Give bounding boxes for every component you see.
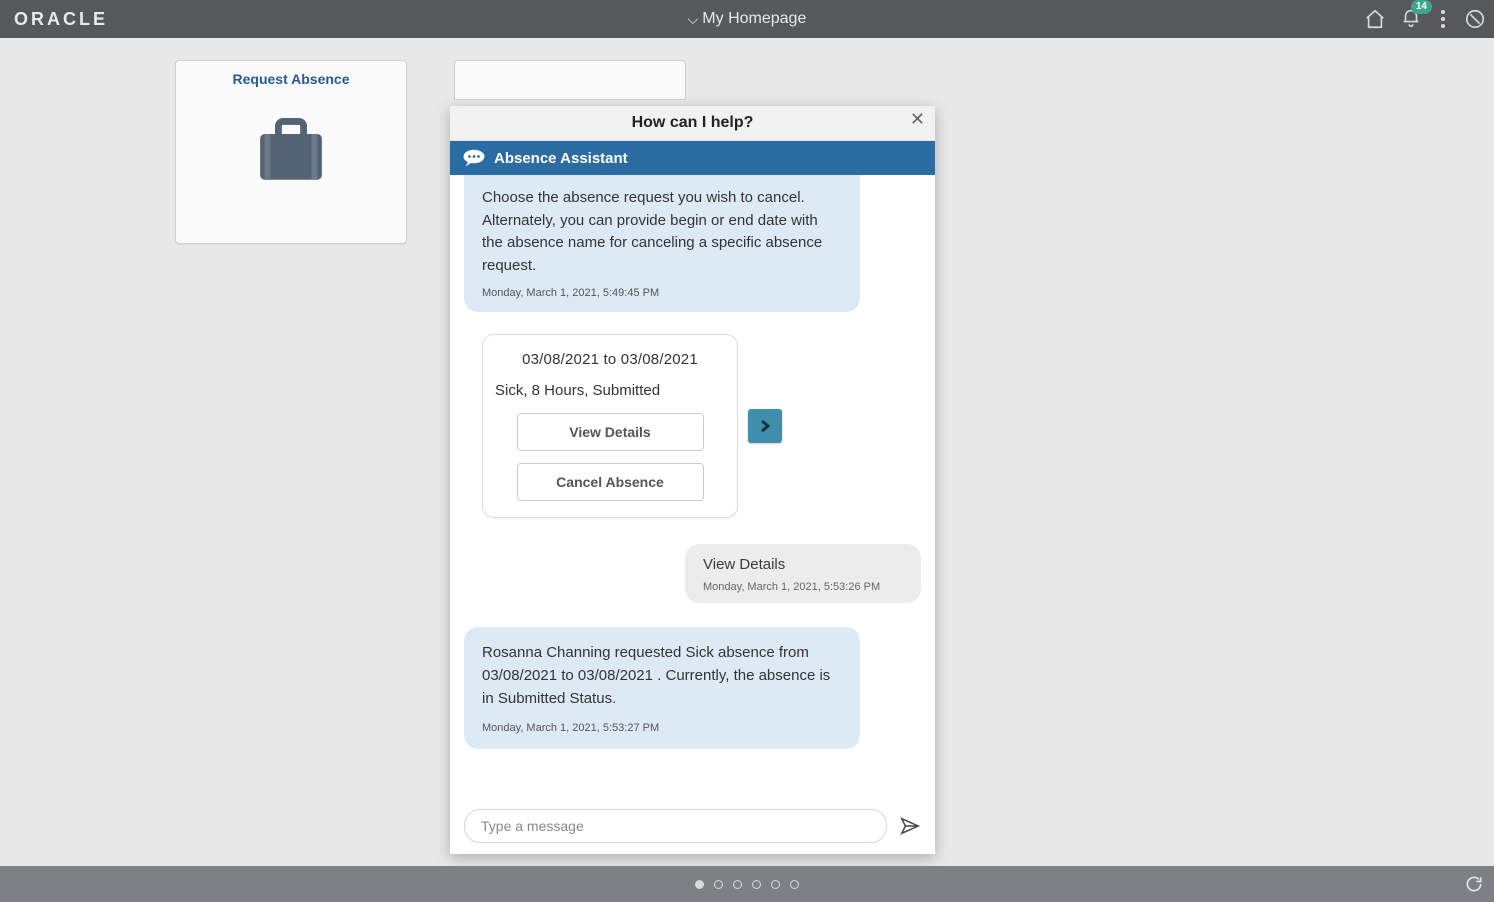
chat-compose-row [450, 798, 935, 854]
send-icon[interactable] [899, 815, 921, 837]
cancel-absence-button[interactable]: Cancel Absence [517, 463, 704, 501]
bot-message: Choose the absence request you wish to c… [464, 175, 860, 312]
top-bar: ORACLE ⌵ My Homepage 14 [0, 0, 1494, 38]
page-dot[interactable] [790, 880, 799, 889]
kebab-menu[interactable] [1436, 8, 1450, 30]
chat-bubble-icon [462, 148, 486, 168]
chat-modal: How can I help? ✕ Absence Assistant Choo… [450, 106, 935, 854]
page-dot[interactable] [714, 880, 723, 889]
chat-modal-header: How can I help? ✕ [450, 106, 935, 141]
request-absence-tile[interactable]: Request Absence [175, 60, 407, 244]
absence-card-summary: Sick, 8 Hours, Submitted [495, 382, 725, 399]
absence-card-carousel: 03/08/2021 to 03/08/2021 Sick, 8 Hours, … [482, 334, 921, 518]
absence-card-dates: 03/08/2021 to 03/08/2021 [495, 351, 725, 368]
tile-title: Request Absence [176, 71, 406, 87]
page-dot[interactable] [752, 880, 761, 889]
bottom-bar [0, 866, 1494, 902]
carousel-next-button[interactable] [748, 409, 782, 443]
hidden-tile-peek [454, 60, 686, 100]
bot-message-timestamp: Monday, March 1, 2021, 5:49:45 PM [482, 285, 842, 302]
page-title-dropdown[interactable]: ⌵ My Homepage [688, 10, 807, 28]
bot-message-text: Choose the absence request you wish to c… [482, 187, 842, 277]
page-dot[interactable] [733, 880, 742, 889]
assistant-title-bar: Absence Assistant [450, 141, 935, 175]
user-message-timestamp: Monday, March 1, 2021, 5:53:26 PM [703, 581, 903, 593]
nav-circle-icon[interactable] [1464, 8, 1486, 30]
user-message-text: View Details [703, 556, 903, 573]
top-actions: 14 [1364, 6, 1486, 33]
user-message: View Details Monday, March 1, 2021, 5:53… [685, 544, 921, 603]
page-title-text: My Homepage [702, 10, 806, 28]
page-dot[interactable] [771, 880, 780, 889]
view-details-button[interactable]: View Details [517, 413, 704, 451]
oracle-logo: ORACLE [14, 9, 108, 30]
suitcase-icon [251, 115, 331, 185]
chat-body[interactable]: Choose the absence request you wish to c… [450, 175, 935, 798]
home-icon[interactable] [1364, 8, 1386, 30]
notification-count-badge: 14 [1411, 0, 1432, 14]
main-area: Request Absence How can I help? ✕ Absenc… [0, 38, 1494, 866]
absence-card: 03/08/2021 to 03/08/2021 Sick, 8 Hours, … [482, 334, 738, 518]
bot-message-timestamp: Monday, March 1, 2021, 5:53:27 PM [482, 720, 842, 737]
page-dot[interactable] [695, 880, 704, 889]
refresh-icon[interactable] [1464, 874, 1484, 894]
bot-message: Rosanna Channing requested Sick absence … [464, 627, 860, 750]
chat-modal-title: How can I help? [632, 114, 754, 132]
close-icon[interactable]: ✕ [910, 109, 925, 130]
page-dots [695, 880, 799, 889]
bot-message-text: Rosanna Channing requested Sick absence … [482, 641, 842, 711]
assistant-name: Absence Assistant [494, 150, 628, 167]
notifications-button[interactable]: 14 [1400, 6, 1422, 33]
chevron-right-icon [759, 420, 771, 432]
chat-input[interactable] [464, 809, 887, 843]
chevron-down-icon: ⌵ [688, 11, 699, 28]
